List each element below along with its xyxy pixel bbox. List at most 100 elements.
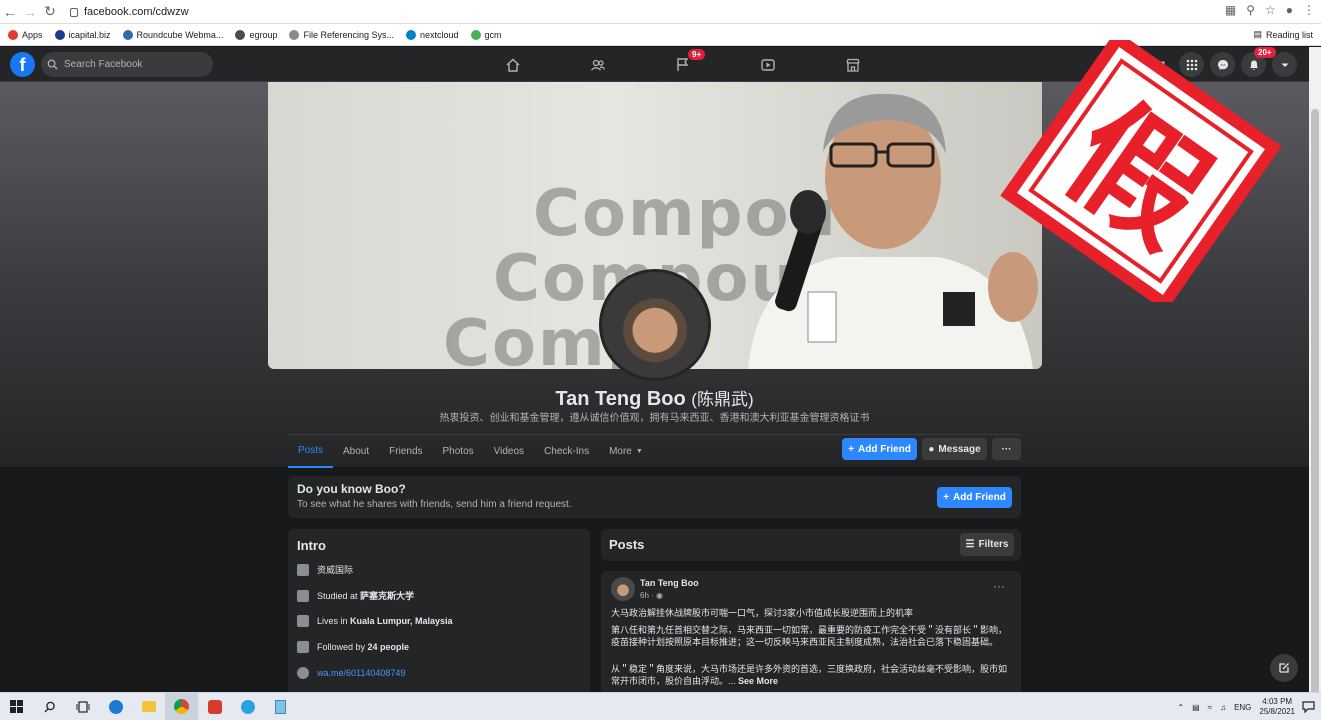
bookmark-item[interactable]: Apps (8, 29, 43, 40)
know-title: Do you know Boo? (297, 482, 406, 496)
tray-chevron-icon[interactable]: ⌃ (1177, 703, 1184, 712)
volume-icon[interactable]: ♫ (1220, 703, 1226, 712)
home-icon[interactable] (470, 52, 555, 77)
lock-icon (70, 8, 78, 17)
notepad-icon[interactable] (264, 693, 297, 720)
tab-check-ins[interactable]: Check-Ins (534, 435, 599, 468)
messenger-small-icon: ● (928, 443, 935, 455)
windows-start-icon[interactable] (0, 693, 33, 720)
bookmark-item[interactable]: icapital.biz (54, 29, 111, 40)
bookmark-favicon-icon (54, 29, 65, 40)
add-friend-button[interactable]: + Add Friend (842, 438, 917, 460)
reading-list[interactable]: ▤ Reading list (1253, 29, 1313, 40)
search-input[interactable]: Search Facebook (41, 52, 213, 77)
qr-icon[interactable]: ▦ (1225, 3, 1236, 17)
post-options-icon[interactable]: ··· (993, 579, 1005, 593)
filters-button[interactable]: ☰ Filters (960, 533, 1014, 556)
address-bar[interactable]: facebook.com/cdwzw (70, 6, 189, 18)
bookmark-favicon-icon (289, 29, 300, 40)
menu-icon[interactable]: ⋮ (1303, 3, 1315, 17)
zoom-icon[interactable]: ⚲ (1246, 3, 1255, 17)
tab-more[interactable]: More ▼ (599, 435, 653, 468)
home-small-icon (297, 615, 309, 627)
bookmark-favicon-icon (122, 29, 133, 40)
edge-icon[interactable] (99, 693, 132, 720)
know-subtitle: To see what he shares with friends, send… (297, 499, 572, 510)
reload-icon[interactable]: ↻ (40, 2, 60, 22)
pages-flag-icon[interactable]: 9+ (640, 49, 725, 77)
system-tray: ⌃ ▤ ≈ ♫ ENG 4:03 PM 25/8/2021 (1177, 693, 1295, 720)
filters-icon: ☰ (965, 539, 975, 550)
clock[interactable]: 4:03 PM 25/8/2021 (1259, 697, 1295, 717)
apps-grid-icon (8, 29, 18, 40)
add-friend-card-button[interactable]: + Add Friend (937, 487, 1012, 508)
language-indicator[interactable]: ENG (1234, 703, 1251, 712)
message-button[interactable]: ● Message (922, 438, 987, 460)
profile-picture[interactable] (599, 269, 711, 381)
bookmark-item[interactable]: gcm (470, 29, 502, 40)
telegram-icon[interactable] (231, 693, 264, 720)
post-card: Tan Teng Boo 6h · ◉ ··· 大马政治解挂休战牌股市可喘一口气… (601, 571, 1021, 699)
facebook-logo-icon[interactable]: f (10, 52, 35, 77)
post-text-2: 第八任和第九任首相交替之际，马来西亚一切如常，最重要的防疫工作完全不受＂没有部长… (611, 625, 1008, 647)
briefcase-icon (297, 563, 309, 576)
task-view-icon[interactable] (66, 693, 99, 720)
friend-request-card: Do you know Boo? To see what he shares w… (288, 476, 1021, 518)
see-more-link[interactable]: See More (736, 676, 778, 686)
tab-friends[interactable]: Friends (379, 435, 432, 468)
new-message-button[interactable] (1270, 654, 1298, 682)
post-text-3: 从＂稳定＂角度来说，大马市场还是许多外资的首选，三度换政府，社会活动丝毫不受影响… (611, 664, 1008, 686)
profile-name: Tan Teng Boo (陈鼎武) (555, 388, 754, 410)
tab-posts[interactable]: Posts (288, 435, 334, 468)
star-icon[interactable]: ☆ (1265, 3, 1276, 17)
vivaldi-icon[interactable] (198, 693, 231, 720)
bookmark-item[interactable]: File Referencing Sys... (289, 29, 394, 40)
posts-header: Posts ☰ Filters (601, 529, 1021, 561)
profile-bio: 热衷投资、创业和基金管理，遵从诚信价值观，拥有马来西亚、香港和澳大利亚基金管理资… (439, 413, 870, 424)
tab-videos[interactable]: Videos (484, 435, 534, 468)
profile-tabs: Posts About Friends Photos Videos Check-… (288, 434, 1021, 468)
bookmark-favicon-icon (470, 29, 481, 40)
post-time[interactable]: 6h · ◉ (640, 591, 663, 600)
search-icon (47, 59, 58, 70)
reading-list-icon: ▤ (1253, 29, 1262, 39)
post-author[interactable]: Tan Teng Boo (640, 578, 699, 588)
chevron-down-icon: ▼ (635, 447, 643, 455)
graduation-cap-icon (297, 589, 309, 602)
tab-about[interactable]: About (333, 435, 379, 468)
wifi-icon[interactable]: ≈ (1208, 703, 1212, 712)
more-options-button[interactable]: ··· (992, 438, 1021, 460)
main-nav: 9+ (470, 49, 895, 77)
bookmark-item[interactable]: nextcloud (406, 29, 459, 40)
profile-icon[interactable]: ● (1286, 3, 1293, 17)
post-author-avatar[interactable] (611, 577, 635, 601)
file-explorer-icon[interactable] (132, 693, 165, 720)
windows-taskbar: ⌃ ▤ ≈ ♫ ENG 4:03 PM 25/8/2021 (0, 692, 1321, 720)
browser-toolbar: ← → ↻ facebook.com/cdwzw ▦ ⚲ ☆ ● ⋮ (0, 0, 1321, 24)
bookmark-item[interactable]: Roundcube Webma... (122, 29, 223, 40)
globe-small-icon: ◉ (656, 591, 663, 600)
forward-icon[interactable]: → (20, 2, 40, 22)
marketplace-icon[interactable] (810, 52, 895, 77)
friends-icon[interactable] (555, 52, 640, 77)
add-friend-icon: + (848, 443, 855, 455)
search-taskbar-icon[interactable] (33, 693, 66, 720)
rss-icon (297, 641, 309, 653)
watch-icon[interactable] (725, 52, 810, 77)
url-text[interactable]: facebook.com/cdwzw (84, 6, 189, 18)
bookmark-favicon-icon (235, 29, 246, 40)
intro-link: wa.me/601140408749 (297, 667, 405, 679)
network-icon[interactable]: ▤ (1192, 703, 1200, 712)
scrollbar-thumb[interactable] (1311, 109, 1319, 709)
tab-photos[interactable]: Photos (433, 435, 484, 468)
action-center-icon[interactable] (1302, 700, 1315, 718)
back-icon[interactable]: ← (0, 2, 20, 22)
page-scrollbar[interactable] (1309, 47, 1321, 709)
intro-work: 资威国际 (297, 563, 353, 576)
post-text-1: 大马政治解挂休战牌股市可喘一口气，探讨3家小市值成长股逆围而上的机率 (611, 608, 914, 618)
intro-title: Intro (297, 538, 326, 553)
bookmark-item[interactable]: egroup (235, 29, 277, 40)
globe-icon (297, 667, 309, 679)
fake-stamp-overlay: 假 (1000, 40, 1282, 302)
chrome-icon[interactable] (165, 692, 198, 720)
